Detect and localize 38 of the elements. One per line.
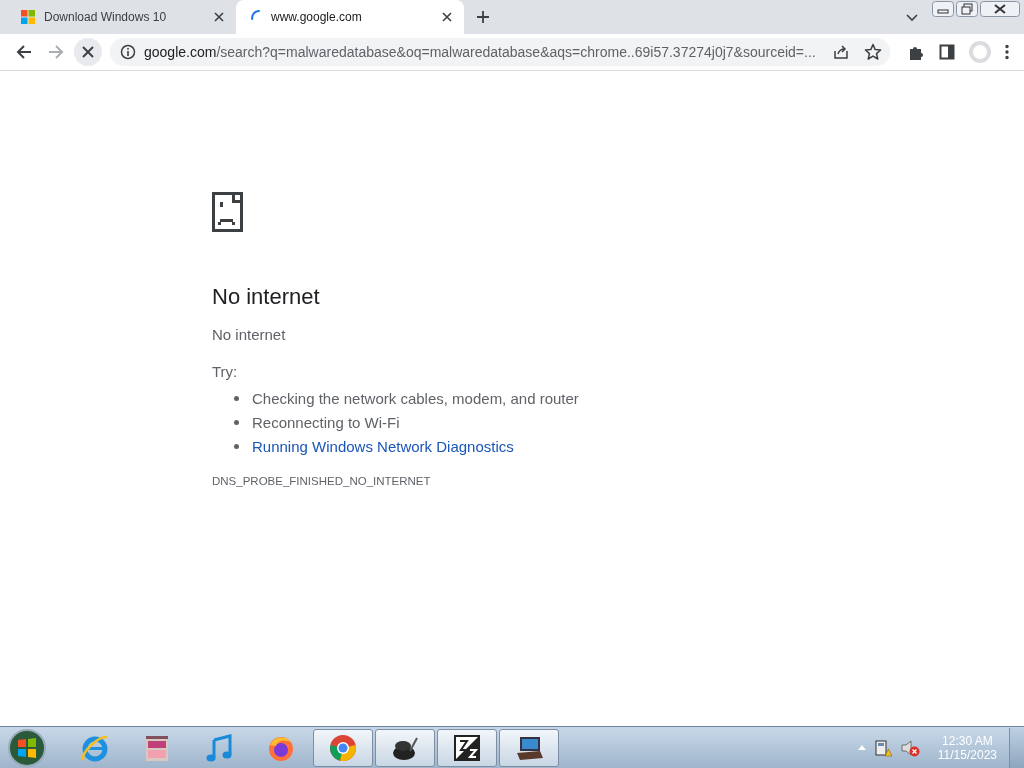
diagnostics-link[interactable]: Running Windows Network Diagnostics <box>252 437 514 455</box>
star-icon[interactable] <box>864 43 882 61</box>
url-text: google.com/search?q=malwaredatabase&oq=malwaredatabase&aqs=chrome..69i57.37274j0j7&sourceid=... <box>144 44 817 60</box>
taskbar-button[interactable] <box>499 728 559 767</box>
taskbar-button[interactable] <box>375 728 435 767</box>
new-tab-icon[interactable] <box>476 10 490 24</box>
tab-title: www.google.com <box>271 10 363 24</box>
close-icon[interactable] <box>212 10 226 24</box>
tab-title: Download Windows 10 <box>44 10 168 24</box>
stop-icon[interactable] <box>74 38 102 66</box>
address-bar[interactable]: google.com/search?q=malwaredatabase&oq=malwaredatabase&aqs=chrome..69i57.37274j0j7&sourceid=... <box>110 38 890 66</box>
error-title: No internet <box>212 284 321 310</box>
side-panel-icon[interactable] <box>939 44 955 60</box>
network-warning-icon[interactable] <box>873 738 892 757</box>
minimize-icon[interactable] <box>932 1 954 17</box>
sad-page-icon <box>212 192 243 234</box>
share-icon[interactable] <box>832 43 850 61</box>
info-icon[interactable] <box>120 44 136 60</box>
taskbar-button[interactable] <box>437 728 497 767</box>
close-icon[interactable] <box>440 10 454 24</box>
restore-icon[interactable] <box>956 1 978 17</box>
clock-date: 11/15/2023 <box>937 747 997 762</box>
filezilla-icon <box>452 732 482 763</box>
suggestion-text: Checking the network cables, modem, and router <box>252 389 579 407</box>
chevron-down-icon[interactable] <box>906 14 918 22</box>
close-icon[interactable] <box>980 1 1020 17</box>
speaker-muted-icon[interactable] <box>899 738 920 757</box>
error-message: No internet <box>212 326 286 343</box>
suggestion-text: Reconnecting to Wi-Fi <box>252 413 400 431</box>
back-arrow-icon[interactable] <box>15 43 33 61</box>
try-label: Try: <box>212 363 238 380</box>
chrome-icon <box>328 732 358 763</box>
menu-icon[interactable] <box>1005 44 1009 60</box>
clock-time: 12:30 AM <box>942 733 993 748</box>
error-code: DNS_PROBE_FINISHED_NO_INTERNET <box>212 475 431 487</box>
browser-tab[interactable]: Download Windows 10 <box>8 0 236 34</box>
browser-tab[interactable]: www.google.com <box>236 0 464 34</box>
start-button-icon[interactable] <box>7 727 47 768</box>
